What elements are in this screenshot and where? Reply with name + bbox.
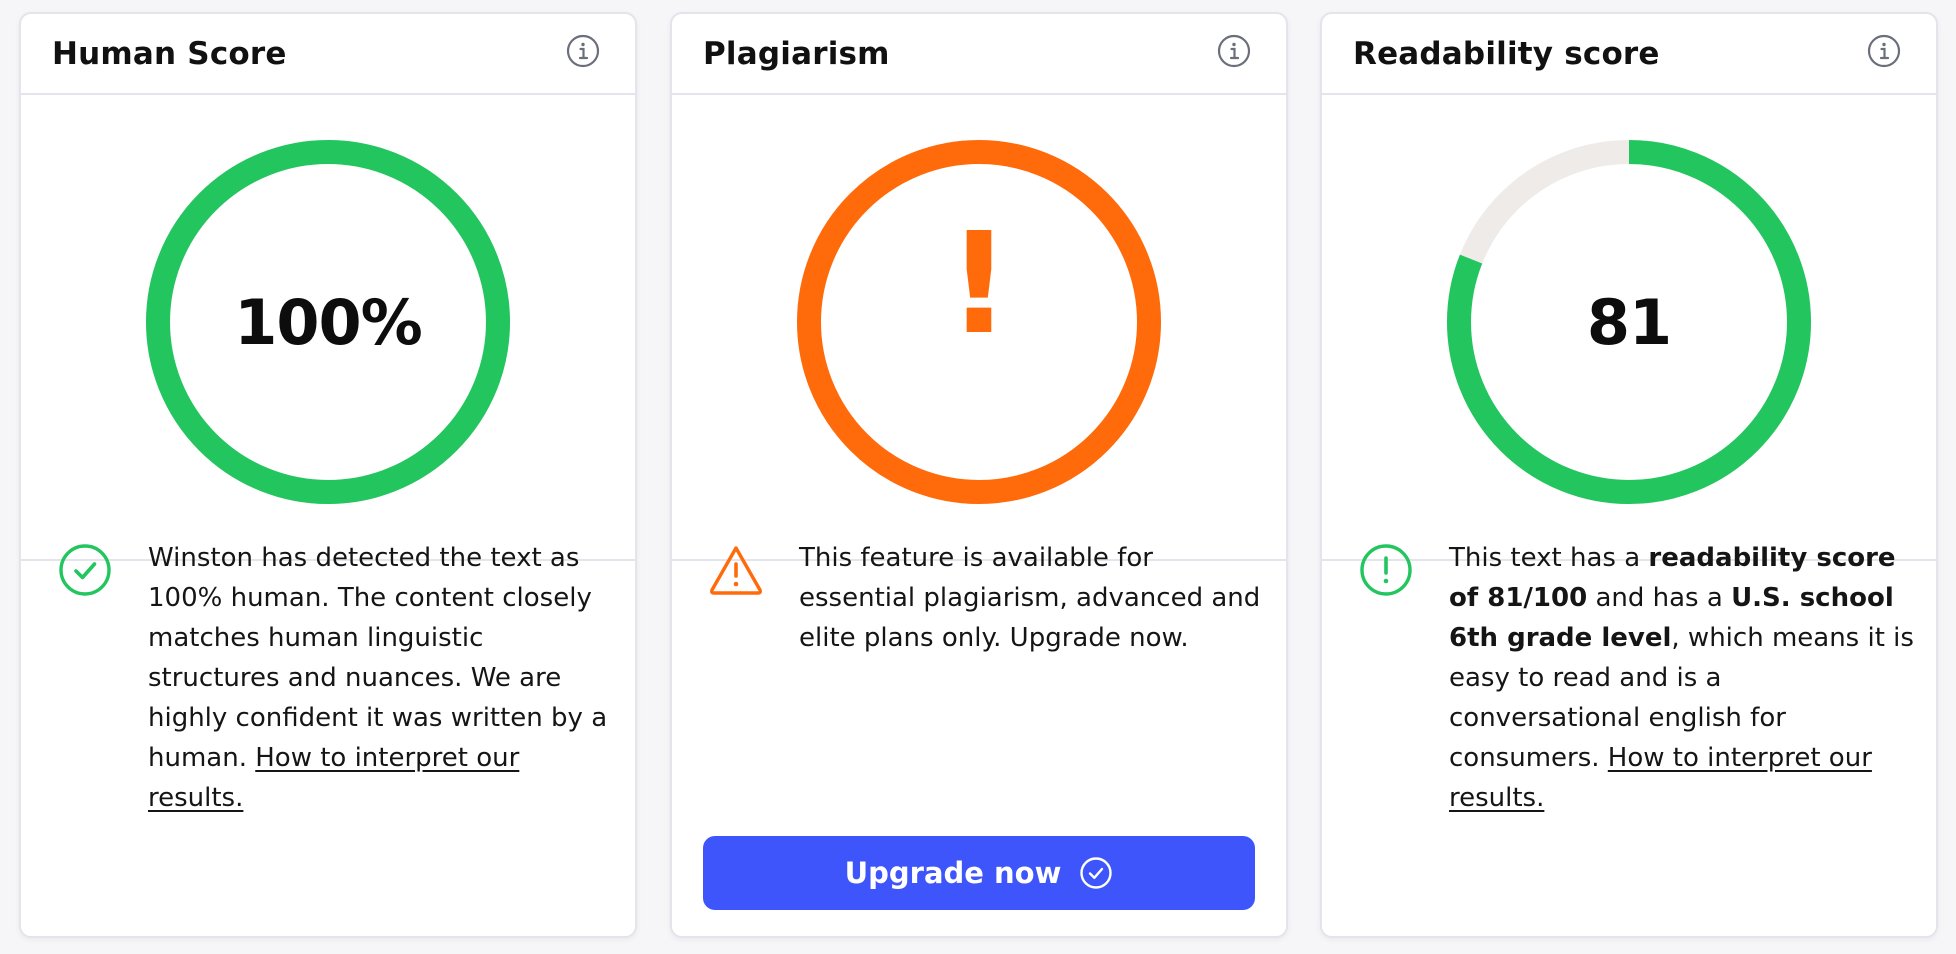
plagiarism-description: This feature is available for essential … — [799, 543, 1261, 653]
card-title: Plagiarism — [703, 36, 890, 72]
upgrade-now-button[interactable]: Upgrade now — [703, 836, 1255, 910]
info-icon[interactable] — [1866, 33, 1902, 69]
warning-triangle-icon — [710, 546, 762, 595]
card-header: Readability score — [1322, 14, 1936, 95]
gauge-area: 81 — [1322, 95, 1936, 561]
readability-score-value: 81 — [1586, 286, 1672, 359]
card-header: Plagiarism — [672, 14, 1286, 95]
human-score-description: Winston has detected the text as 100% hu… — [148, 538, 618, 818]
check-circle-icon — [1080, 857, 1113, 889]
info-icon[interactable] — [1216, 33, 1252, 69]
plagiarism-card: Plagiarism ! This feature is available f… — [670, 12, 1288, 938]
human-score-value: 100% — [234, 286, 423, 359]
readability-card: Readability score 81 This text has a rea… — [1320, 12, 1938, 938]
gauge-area: ! — [672, 95, 1286, 561]
human-score-card: Human Score 100% Winston has detected th… — [19, 12, 637, 938]
check-circle-icon — [59, 544, 111, 596]
button-label: Upgrade now — [844, 856, 1062, 890]
description-text: Winston has detected the text as 100% hu… — [148, 543, 608, 773]
card-title: Human Score — [52, 36, 287, 72]
info-icon[interactable] — [565, 33, 601, 69]
description-text: and has a — [1587, 583, 1732, 613]
card-header: Human Score — [21, 14, 635, 95]
card-title: Readability score — [1353, 36, 1660, 72]
exclamation-icon: ! — [947, 203, 1011, 366]
description-text: This text has a — [1449, 543, 1649, 573]
exclamation-circle-icon — [1360, 544, 1412, 596]
readability-description: This text has a readability score of 81/… — [1449, 538, 1919, 818]
gauge-area: 100% — [21, 95, 635, 561]
